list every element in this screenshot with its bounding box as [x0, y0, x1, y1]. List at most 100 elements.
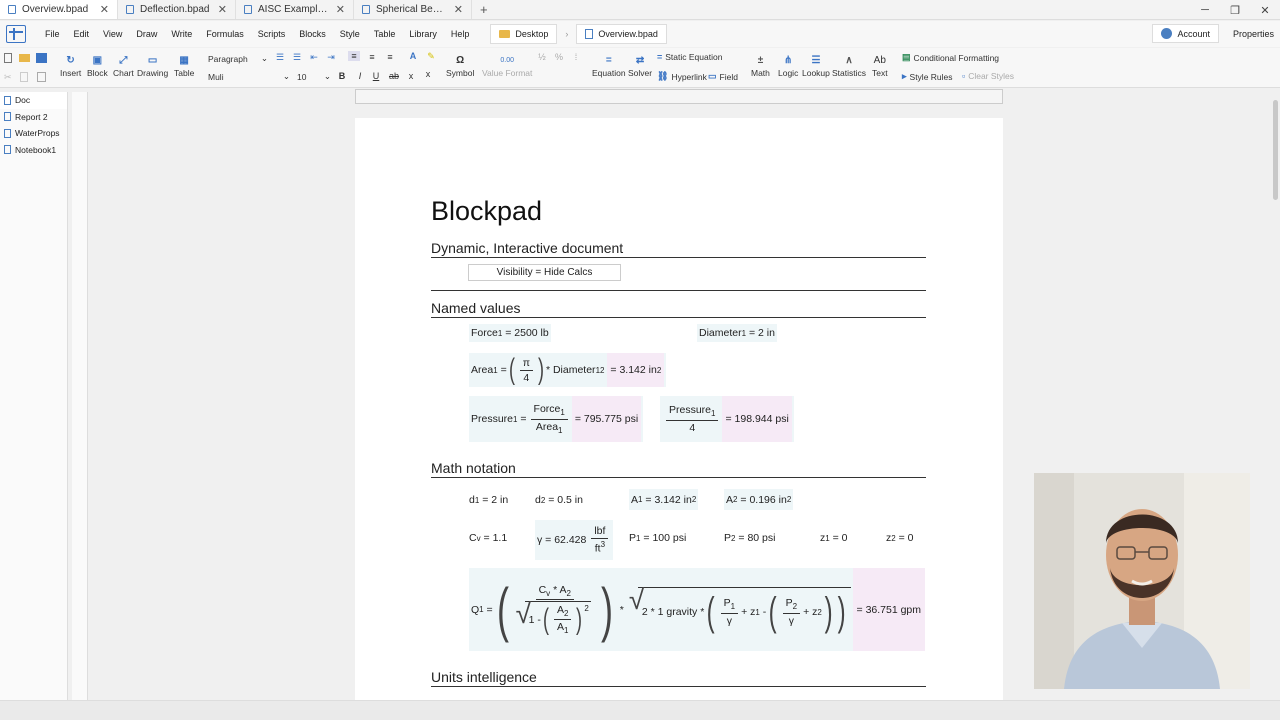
app-logo-icon[interactable] — [6, 25, 26, 43]
text-button[interactable]: Ab Text — [872, 54, 888, 79]
restore-icon[interactable]: ❐ — [1220, 0, 1250, 20]
font-select[interactable]: Muli ⌄ — [205, 70, 293, 83]
superscript-button[interactable]: x — [422, 69, 434, 79]
minimize-icon[interactable]: ─ — [1190, 0, 1220, 20]
pressure-calculation[interactable]: Pressure 1 = Force1 Area1 = 795.775 psi — [469, 396, 644, 442]
scrollbar-thumb[interactable] — [1273, 100, 1278, 200]
cv-definition[interactable]: Cv = 1.1 — [469, 529, 507, 547]
a2-calculation[interactable]: A2 = 0.196 in 2 — [724, 489, 794, 510]
copy-icon[interactable] — [20, 72, 28, 82]
vertical-scrollbar[interactable] — [1271, 90, 1280, 700]
close-window-icon[interactable]: ✕ — [1250, 0, 1280, 20]
properties-button[interactable]: Properties — [1233, 29, 1274, 39]
z1-definition[interactable]: z1 = 0 — [820, 529, 848, 547]
menu-draw[interactable]: Draw — [129, 29, 164, 39]
account-button[interactable]: Account — [1152, 24, 1219, 43]
drawing-button[interactable]: ▭ Drawing — [137, 54, 168, 79]
sidebar-item-waterprops[interactable]: WaterProps — [0, 125, 67, 142]
sidebar-item-report-2[interactable]: Report 2 — [0, 109, 67, 126]
menu-file[interactable]: File — [38, 29, 67, 39]
menu-library[interactable]: Library — [402, 29, 444, 39]
menu-blocks[interactable]: Blocks — [292, 29, 333, 39]
menu-table[interactable]: Table — [367, 29, 403, 39]
chart-button[interactable]: ⤢ Chart — [113, 54, 134, 79]
tab-deflection[interactable]: Deflection.bpad ✕ — [118, 0, 236, 19]
d1-definition[interactable]: d1 = 2 in — [469, 491, 508, 509]
value-format-button[interactable]: 0.00 Value Format — [482, 54, 532, 79]
cut-icon[interactable]: ✂ — [4, 72, 15, 82]
solver-button[interactable]: ⇄ Solver — [628, 54, 652, 79]
tab-spherical[interactable]: Spherical Bearings... ✕ — [354, 0, 472, 19]
visibility-control[interactable]: Visibility = Hide Calcs — [468, 264, 621, 281]
static-equation-button[interactable]: = Static Equation — [657, 52, 722, 62]
style-rules-button[interactable]: ▸ Style Rules — [902, 71, 953, 82]
menu-style[interactable]: Style — [333, 29, 367, 39]
strikethrough-button[interactable]: ab — [388, 71, 400, 81]
equation-button[interactable]: = Equation — [592, 54, 626, 79]
align-left-icon[interactable]: ≡ — [348, 51, 360, 61]
d2-definition[interactable]: d2 = 0.5 in — [535, 491, 583, 509]
font-color-icon[interactable]: A — [407, 51, 419, 61]
menu-write[interactable]: Write — [164, 29, 199, 39]
math-button[interactable]: ± Math — [751, 54, 770, 79]
hyperlink-button[interactable]: ⛓ Hyperlink — [657, 71, 707, 82]
menu-help[interactable]: Help — [444, 29, 477, 39]
align-right-icon[interactable]: ≡ — [384, 52, 396, 62]
a1-calculation[interactable]: A1 = 3.142 in 2 — [629, 489, 699, 510]
sidebar-item-doc[interactable]: Doc — [0, 92, 67, 109]
area-calculation[interactable]: Area 1 = ( π4 ) * Diameter 1 2 = 3.142 in 2 — [469, 353, 667, 387]
menu-formulas[interactable]: Formulas — [199, 29, 251, 39]
tab-overview[interactable]: Overview.bpad ✕ — [0, 0, 118, 19]
diameter-definition[interactable]: Diameter 1 = 2 in — [697, 324, 777, 342]
paste-icon[interactable] — [37, 72, 46, 82]
paragraph-style-select[interactable]: Paragraph ⌄ — [205, 52, 271, 65]
font-size-select[interactable]: 10 ⌄ — [294, 70, 334, 83]
underline-button[interactable]: U — [370, 71, 382, 81]
italic-button[interactable]: I — [354, 71, 366, 81]
align-center-icon[interactable]: ≡ — [366, 52, 378, 62]
open-folder-icon[interactable] — [19, 54, 30, 62]
bold-button[interactable]: B — [336, 71, 348, 81]
numbered-list-icon[interactable]: ☰ — [291, 52, 303, 63]
outdent-icon[interactable]: ⇤ — [308, 52, 320, 63]
quarter-pressure-calculation[interactable]: Pressure1 4 = 198.944 psi — [660, 396, 794, 442]
symbol-button[interactable]: Ω Symbol — [446, 54, 474, 79]
save-icon[interactable] — [36, 53, 47, 63]
sidebar-item-notebook1[interactable]: Notebook1 — [0, 142, 67, 159]
breadcrumb-file[interactable]: Overview.bpad — [576, 24, 667, 44]
new-tab-button[interactable]: + — [472, 0, 496, 19]
close-icon[interactable]: ✕ — [336, 3, 345, 16]
conditional-formatting-button[interactable]: ▤ Conditional Formatting — [902, 52, 999, 63]
subscript-button[interactable]: x — [405, 71, 417, 81]
precision-icon[interactable]: ⁞ — [570, 52, 582, 62]
menu-edit[interactable]: Edit — [67, 29, 97, 39]
field-button[interactable]: ▭ Field — [708, 71, 738, 82]
tab-aisc[interactable]: AISC Example D1.b... ✕ — [236, 0, 354, 19]
close-icon[interactable]: ✕ — [454, 3, 463, 16]
logic-button[interactable]: ⋔ Logic — [778, 54, 798, 79]
menu-scripts[interactable]: Scripts — [251, 29, 293, 39]
force-definition[interactable]: Force 1 = 2500 lb — [469, 324, 551, 342]
document-page[interactable]: Blockpad Dynamic, Interactive document V… — [355, 118, 1003, 700]
close-icon[interactable]: ✕ — [218, 3, 227, 16]
table-button[interactable]: ▦ Table — [174, 54, 194, 79]
close-icon[interactable]: ✕ — [100, 3, 109, 16]
highlight-icon[interactable]: ✎ — [425, 51, 437, 62]
bullet-list-icon[interactable]: ☰ — [274, 52, 286, 63]
clear-styles-button[interactable]: ▫ Clear Styles — [962, 71, 1014, 81]
z2-definition[interactable]: z2 = 0 — [886, 529, 914, 547]
flow-rate-calculation[interactable]: Q1 = ( Cv * A2 1 - ( A2 A1 )2 ) — [469, 568, 926, 651]
new-file-icon[interactable] — [4, 53, 12, 63]
menu-view[interactable]: View — [96, 29, 129, 39]
statistics-button[interactable]: ∧ Statistics — [832, 54, 866, 79]
breadcrumb-desktop[interactable]: Desktop — [490, 24, 558, 44]
block-button[interactable]: ▣ Block — [87, 54, 108, 79]
lookup-button[interactable]: ☰ Lookup — [802, 54, 830, 79]
indent-icon[interactable]: ⇥ — [325, 52, 337, 63]
percent-icon[interactable]: % — [553, 52, 565, 62]
gamma-definition[interactable]: γ = 62.428 lbf ft3 — [535, 520, 614, 560]
fraction-icon[interactable]: ½ — [536, 52, 548, 62]
p2-definition[interactable]: P2 = 80 psi — [724, 529, 775, 547]
p1-definition[interactable]: P1 = 100 psi — [629, 529, 686, 547]
insert-button[interactable]: ↻ Insert — [60, 54, 81, 79]
